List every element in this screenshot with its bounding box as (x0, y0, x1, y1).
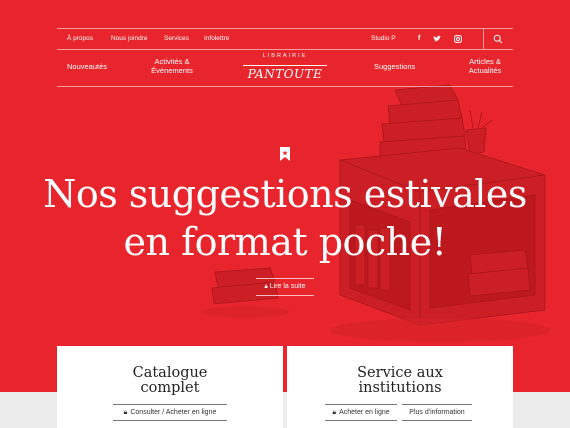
nav-nouveautes[interactable]: Nouveautés (67, 62, 107, 71)
catalogue-button-label: Consulter / Acheter en ligne (130, 409, 217, 416)
more-info-button[interactable]: Plus d'information (402, 404, 472, 421)
card-title: Service aux institutions (287, 366, 513, 396)
bookmark-icon (280, 147, 290, 161)
account-link[interactable]: Studio P (371, 29, 396, 49)
nav-link-a-propos[interactable]: À propos (67, 29, 93, 49)
search-icon[interactable] (493, 34, 503, 44)
instagram-icon[interactable] (454, 35, 462, 43)
nav-link-infolettre[interactable]: Infolettre (204, 29, 229, 49)
lock-icon: 🔒︎ (123, 409, 128, 416)
logo-main: PANTOUTE (247, 67, 323, 81)
hero-title-line1: Nos suggestions estivales (43, 172, 527, 216)
utility-nav: À propos Nous joindre Services Infolettr… (57, 28, 513, 50)
nav-suggestions[interactable]: Suggestions (374, 62, 415, 71)
card-title-line1: Catalogue (132, 365, 208, 381)
nav-link-nous-joindre[interactable]: Nous joindre (111, 29, 148, 49)
card-title-line2: complet (140, 380, 200, 396)
twitter-icon[interactable] (433, 35, 441, 43)
card-title-line2: institutions (358, 380, 442, 396)
facebook-icon[interactable]: f (418, 29, 420, 49)
read-more-button[interactable]: 🔒︎ Lire la suite (256, 278, 314, 296)
hero-title: Nos suggestions estivales en format poch… (40, 170, 530, 266)
buy-online-button[interactable]: 🔒︎ Acheter en ligne (325, 404, 397, 421)
buy-online-label: Acheter en ligne (339, 409, 390, 416)
logo[interactable]: LIBRAIRIE PANTOUTE (241, 52, 329, 84)
more-info-label: Plus d'information (409, 409, 465, 416)
catalogue-button[interactable]: 🔒︎ Consulter / Acheter en ligne (113, 404, 227, 421)
card-institutions: Service aux institutions (287, 346, 513, 428)
nav-articles[interactable]: Articles & Actualités (462, 57, 508, 75)
card-title-line1: Service aux (357, 365, 443, 381)
logo-top: LIBRAIRIE (262, 53, 308, 59)
nav-divider (483, 29, 484, 49)
lock-icon: 🔒︎ (332, 409, 337, 416)
nav-link-services[interactable]: Services (164, 29, 189, 49)
main-nav: Nouveautés Activités & Événements LIBRAI… (57, 48, 513, 87)
hero-title-line2: en format poche! (123, 220, 447, 264)
lock-icon: 🔒︎ (264, 284, 268, 290)
card-title: Catalogue complet (57, 366, 283, 396)
read-more-label: Lire la suite (269, 283, 306, 290)
nav-activites[interactable]: Activités & Événements (147, 57, 197, 75)
